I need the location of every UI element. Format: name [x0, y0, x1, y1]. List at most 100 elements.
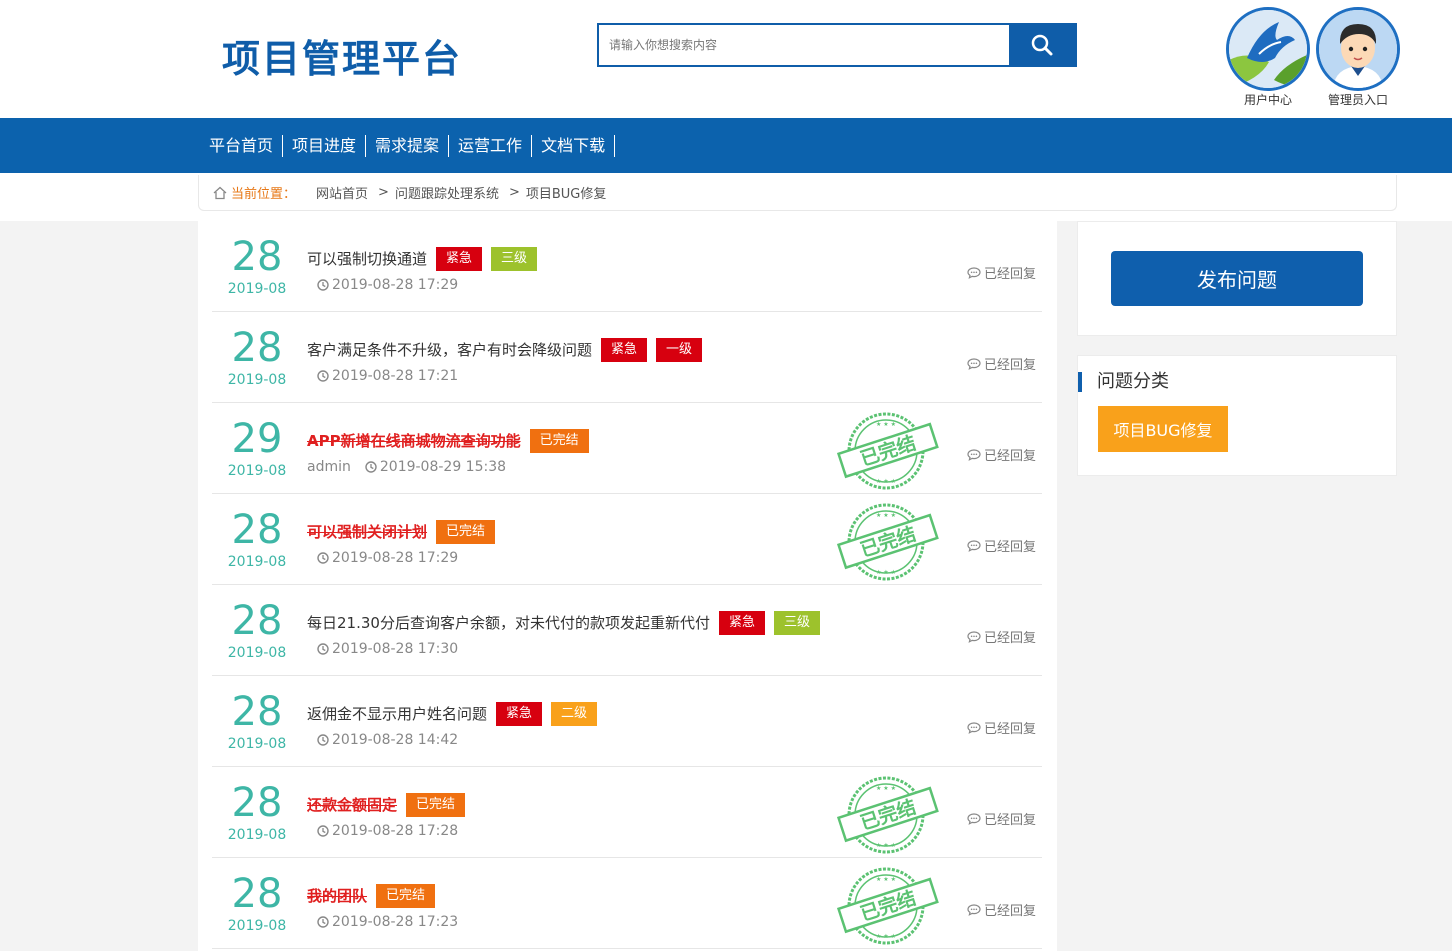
comment-icon: [967, 448, 981, 461]
clock-icon: [365, 461, 377, 473]
issue-datetime: 2019-08-28 17:21: [332, 368, 459, 384]
admin-avatar-icon: [1319, 10, 1397, 88]
issue-date-month: 2019-08: [227, 918, 287, 934]
reply-status-text: 已经回复: [983, 358, 1036, 373]
issue-row[interactable]: 28 2019-08 客户满足条件不升级，客户有时会降级问题 紧急 一级 2019-08-…: [212, 312, 1042, 403]
reply-status[interactable]: 已经回复: [967, 718, 1036, 737]
category-item-bugfix[interactable]: 项目BUG修复: [1098, 406, 1228, 452]
breadcrumb-link-bugfix[interactable]: 项目BUG修复: [526, 183, 607, 202]
svg-text:★ ★ ★: ★ ★ ★: [876, 876, 896, 883]
nav-item-home[interactable]: 平台首页: [200, 135, 284, 157]
issue-row[interactable]: 29 2019-08 APP新增在线商城物流查询功能 已完结 admin 2019-08-…: [212, 403, 1042, 494]
issue-date-month: 2019-08: [227, 736, 287, 752]
svg-text:★ ★ ★: ★ ★ ★: [876, 785, 896, 792]
issue-title-line: 每日21.30分后查询客户余额，对未代付的款项发起重新代付 紧急 三级: [307, 611, 820, 635]
reply-status-text: 已经回复: [983, 449, 1036, 464]
issue-date-day: 28: [231, 325, 283, 371]
breadcrumb: 当前位置： 网站首页 > 问题跟踪处理系统 > 项目BUG修复: [198, 175, 1397, 211]
issue-row[interactable]: 28 2019-08 每日21.30分后查询客户余额，对未代付的款项发起重新代付 紧急…: [212, 585, 1042, 676]
issue-datetime: 2019-08-29 15:38: [379, 459, 507, 475]
clock-icon: [317, 643, 329, 655]
priority-urgent-badge: 紧急: [496, 702, 543, 726]
nav-item-progress[interactable]: 项目进度: [283, 135, 367, 157]
issue-date-day: 28: [231, 598, 283, 644]
user-center-avatar[interactable]: [1226, 7, 1310, 91]
issue-meta: 2019-08-28 14:42: [317, 732, 458, 748]
status-done-badge: 已完结: [436, 520, 496, 544]
clock-icon: [317, 552, 329, 564]
breadcrumb-link-tracking[interactable]: 问题跟踪处理系统: [395, 183, 499, 202]
issue-date-month: 2019-08: [227, 372, 287, 388]
svg-text:★ ★ ★: ★ ★ ★: [876, 512, 896, 519]
breadcrumb-separator: >: [378, 185, 389, 200]
reply-status[interactable]: 已经回复: [967, 263, 1036, 282]
bird-logo-icon: [1229, 10, 1307, 88]
issue-title-line: APP新增在线商城物流查询功能 已完结: [307, 429, 589, 453]
nav-item-operations[interactable]: 运营工作: [449, 135, 533, 157]
svg-text:★ ★ ★: ★ ★ ★: [876, 933, 896, 940]
svg-text:★ ★ ★: ★ ★ ★: [876, 421, 896, 428]
completed-stamp-icon: 已完结 ★ ★ ★ ★ ★ ★: [836, 775, 940, 855]
reply-status-text: 已经回复: [983, 904, 1036, 919]
issue-title-line: 我的团队 已完结: [307, 884, 436, 908]
issue-title-link[interactable]: 每日21.30分后查询客户余额，对未代付的款项发起重新代付: [307, 611, 710, 635]
issue-title-link[interactable]: APP新增在线商城物流查询功能: [307, 429, 521, 453]
reply-status[interactable]: 已经回复: [967, 354, 1036, 373]
breadcrumb-current-label: 当前位置：: [231, 187, 297, 202]
issue-datetime: 2019-08-28 17:28: [332, 823, 459, 839]
publish-issue-button[interactable]: 发布问题: [1111, 251, 1363, 306]
nav-items: 平台首页 项目进度 需求提案 运营工作 文档下载: [200, 135, 616, 157]
issue-title-line: 可以强制关闭计划 已完结: [307, 520, 496, 544]
admin-entry-label[interactable]: 管理员入口: [1316, 92, 1400, 108]
issue-date-day: 28: [231, 780, 283, 826]
issue-title-link[interactable]: 可以强制切换通道: [307, 247, 427, 271]
reply-status[interactable]: 已经回复: [967, 809, 1036, 828]
issue-title-line: 客户满足条件不升级，客户有时会降级问题 紧急 一级: [307, 338, 703, 362]
issue-date-month: 2019-08: [227, 645, 287, 661]
svg-text:★ ★ ★: ★ ★ ★: [876, 842, 896, 849]
issue-row[interactable]: 28 2019-08 还款金额固定 已完结 2019-08-28 17:28 已完结 ★ ★…: [212, 767, 1042, 858]
issue-meta: 2019-08-28 17:21: [317, 368, 458, 384]
issue-title-link[interactable]: 返佣金不显示用户姓名问题: [307, 702, 487, 726]
issue-datetime: 2019-08-28 17:30: [332, 641, 459, 657]
issue-title-link[interactable]: 可以强制关闭计划: [307, 520, 427, 544]
issue-row[interactable]: 28 2019-08 可以强制关闭计划 已完结 2019-08-28 17:29 已完结 ★…: [212, 494, 1042, 585]
breadcrumb-link-home[interactable]: 网站首页: [316, 183, 368, 202]
category-title: 问题分类: [1078, 372, 1169, 392]
issue-author: admin: [307, 459, 351, 475]
issue-row[interactable]: 28 2019-08 我的团队 已完结 2019-08-28 17:23 已完结 ★ ★ ★…: [212, 858, 1042, 949]
comment-icon: [967, 903, 981, 916]
comment-icon: [967, 721, 981, 734]
reply-status[interactable]: 已经回复: [967, 627, 1036, 646]
reply-status-text: 已经回复: [983, 722, 1036, 737]
issue-title-link[interactable]: 客户满足条件不升级，客户有时会降级问题: [307, 338, 592, 362]
issue-title-link[interactable]: 还款金额固定: [307, 793, 397, 817]
issue-row[interactable]: 28 2019-08 可以强制切换通道 紧急 三级 2019-08-28 17:29 已经回…: [212, 221, 1042, 312]
issue-meta: 2019-08-28 17:30: [317, 641, 458, 657]
issue-title-link[interactable]: 我的团队: [307, 884, 367, 908]
reply-status[interactable]: 已经回复: [967, 536, 1036, 555]
nav-item-downloads[interactable]: 文档下载: [532, 135, 616, 157]
issue-datetime: 2019-08-28 17:29: [332, 550, 459, 566]
admin-entry-link[interactable]: 管理员入口: [1316, 7, 1400, 108]
issue-meta: 2019-08-28 17:23: [317, 914, 458, 930]
issue-row[interactable]: 28 2019-08 返佣金不显示用户姓名问题 紧急 二级 2019-08-28 14:4…: [212, 676, 1042, 767]
nav-item-proposals[interactable]: 需求提案: [366, 135, 450, 157]
admin-avatar[interactable]: [1316, 7, 1400, 91]
reply-status[interactable]: 已经回复: [967, 900, 1036, 919]
reply-status[interactable]: 已经回复: [967, 445, 1036, 464]
site-logo[interactable]: 项目管理平台: [222, 34, 462, 84]
user-center-link[interactable]: 用户中心: [1226, 7, 1310, 108]
issue-date-day: 28: [231, 234, 283, 280]
issue-meta: 2019-08-28 17:29: [317, 550, 458, 566]
level-badge: 二级: [551, 702, 598, 726]
issue-datetime: 2019-08-28 14:42: [332, 732, 459, 748]
reply-status-text: 已经回复: [983, 631, 1036, 646]
search-button[interactable]: [1009, 25, 1075, 65]
level-badge: 一级: [656, 338, 703, 362]
search-bar: [597, 23, 1077, 67]
comment-icon: [967, 630, 981, 643]
comment-icon: [967, 266, 981, 279]
user-center-label[interactable]: 用户中心: [1226, 92, 1310, 108]
search-input[interactable]: [599, 25, 1009, 65]
